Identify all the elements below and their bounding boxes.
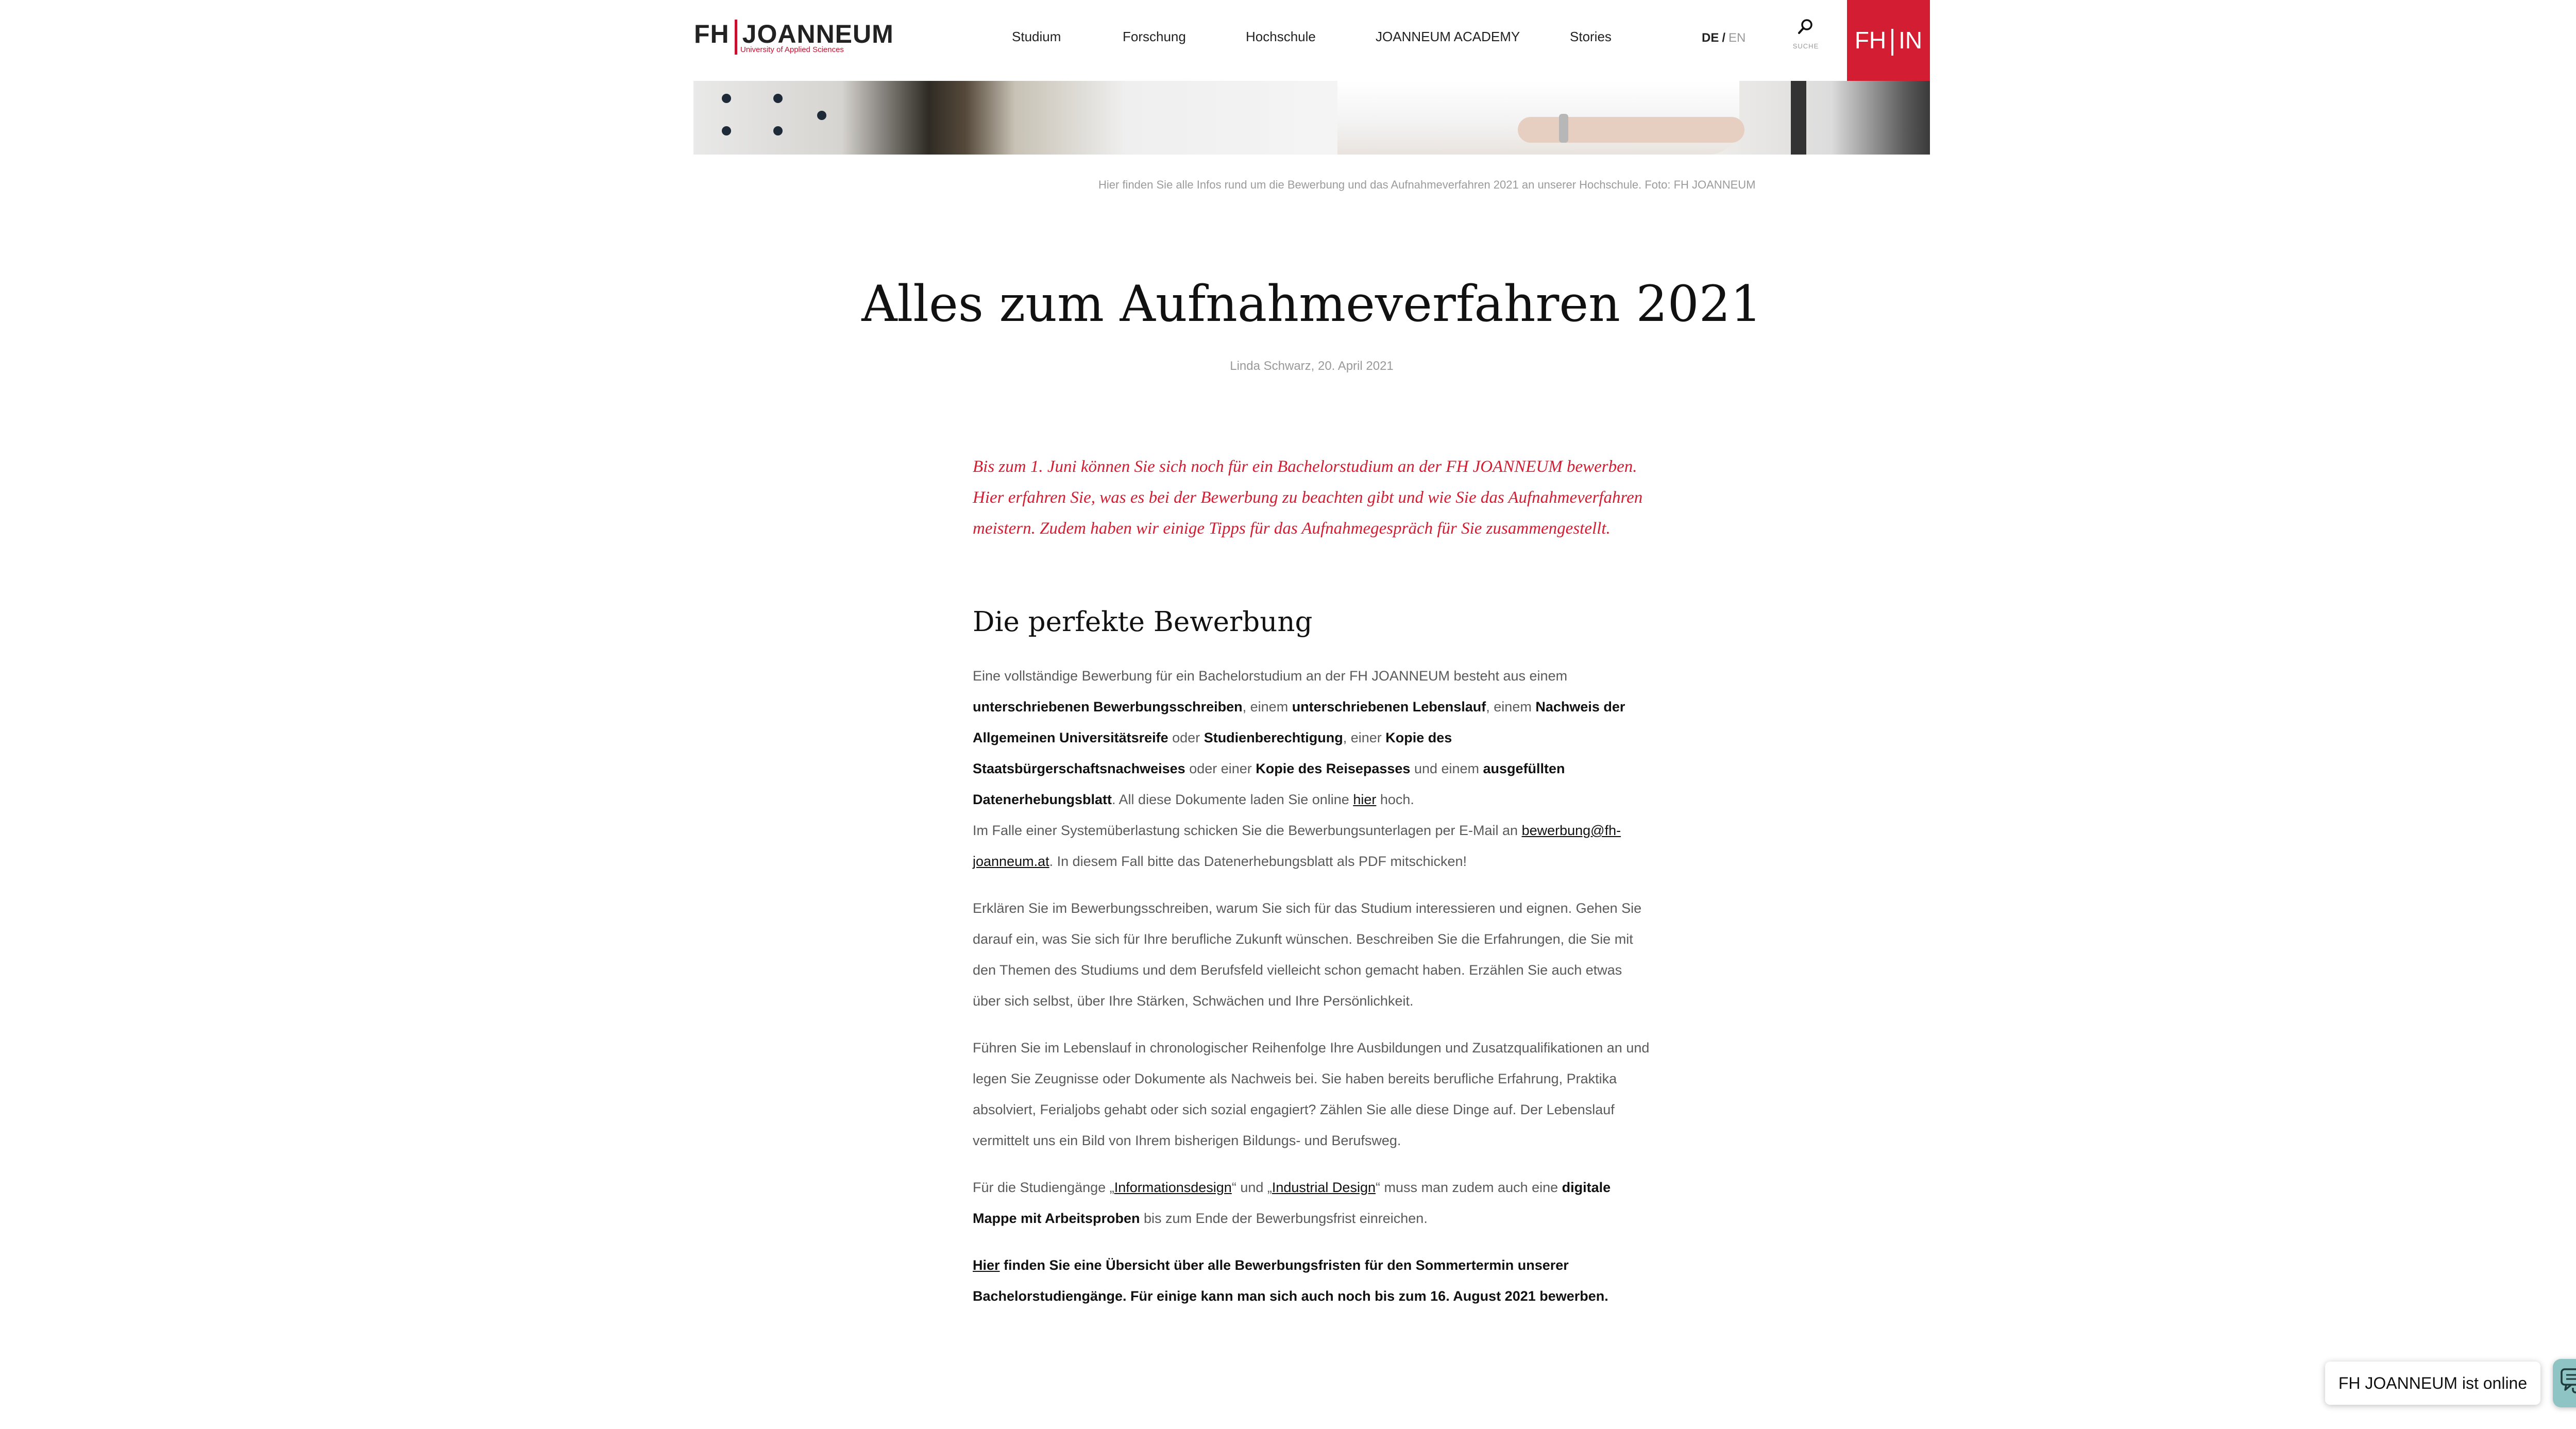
search-label: SUCHE [1792, 42, 1819, 50]
fh-intranet-button[interactable]: FH IN [1847, 0, 1930, 81]
fhin-left-text: FH [1854, 27, 1887, 54]
lang-en-link[interactable]: EN [1728, 31, 1745, 45]
nav-item-stories[interactable]: Stories [1570, 29, 1612, 45]
deadlines-link[interactable]: Hier [973, 1257, 1000, 1273]
fhin-right-text: IN [1899, 27, 1923, 54]
bold-text: unterschriebenen Lebenslauf [1292, 699, 1486, 715]
bold-text: unterschriebenen Bewerbungsschreiben [973, 699, 1243, 715]
paragraph-cv: Führen Sie im Lebenslauf in chronologisc… [973, 1040, 1650, 1148]
article-title: Alles zum Aufnahmeverfahren 2021 [861, 275, 1762, 333]
nav-item-studium[interactable]: Studium [1012, 29, 1061, 45]
search-icon [1798, 19, 1812, 34]
fh-joanneum-logo[interactable]: FH JOANNEUM University of Applied Science… [694, 19, 893, 60]
chat-online-label[interactable]: FH JOANNEUM ist online [2325, 1362, 2540, 1405]
lang-de-link[interactable]: DE [1702, 31, 1719, 45]
site-header: FH JOANNEUM University of Applied Science… [0, 0, 2576, 81]
upload-link[interactable]: hier [1353, 792, 1376, 807]
paragraph-cover-letter: Erklären Sie im Bewerbungsschreiben, war… [973, 900, 1642, 1009]
image-caption: Hier finden Sie alle Infos rund um die B… [1098, 178, 1756, 191]
paragraph-portfolio: Für die Studiengänge „Informationsdesign… [973, 1180, 1611, 1226]
nav-item-joanneum-academy[interactable]: JOANNEUM ACADEMY [1376, 29, 1520, 45]
bold-text: Kopie des Reisepasses [1256, 761, 1411, 776]
nav-item-forschung[interactable]: Forschung [1123, 29, 1186, 45]
bold-text: Studienberechtigung [1204, 730, 1343, 745]
article-body: Bis zum 1. Juni können Sie sich noch für… [973, 451, 1653, 1312]
industrial-design-link[interactable]: Industrial Design [1272, 1180, 1376, 1195]
section-heading: Die perfekte Bewerbung [973, 606, 1313, 638]
hero-image [693, 81, 1930, 155]
language-switcher: DE / EN [1702, 31, 1745, 45]
article-byline: Linda Schwarz, 20. April 2021 [1230, 359, 1394, 373]
chat-button[interactable] [2553, 1359, 2576, 1407]
article-lead: Bis zum 1. Juni können Sie sich noch für… [973, 457, 1643, 538]
nav-item-hochschule[interactable]: Hochschule [1246, 29, 1316, 45]
search-button[interactable]: SUCHE [1788, 18, 1824, 59]
logo-subtitle: University of Applied Sciences [740, 45, 844, 54]
chat-bubbles-icon [2561, 1368, 2576, 1393]
lang-separator: / [1722, 31, 1726, 45]
paragraph-deadlines: Hier finden Sie eine Übersicht über alle… [973, 1250, 1653, 1312]
informationsdesign-link[interactable]: Informationsdesign [1114, 1180, 1232, 1195]
paragraph-documents: Eine vollständige Bewerbung für ein Bach… [973, 668, 1625, 869]
bold-text: finden Sie eine Übersicht über alle Bewe… [973, 1257, 1608, 1304]
